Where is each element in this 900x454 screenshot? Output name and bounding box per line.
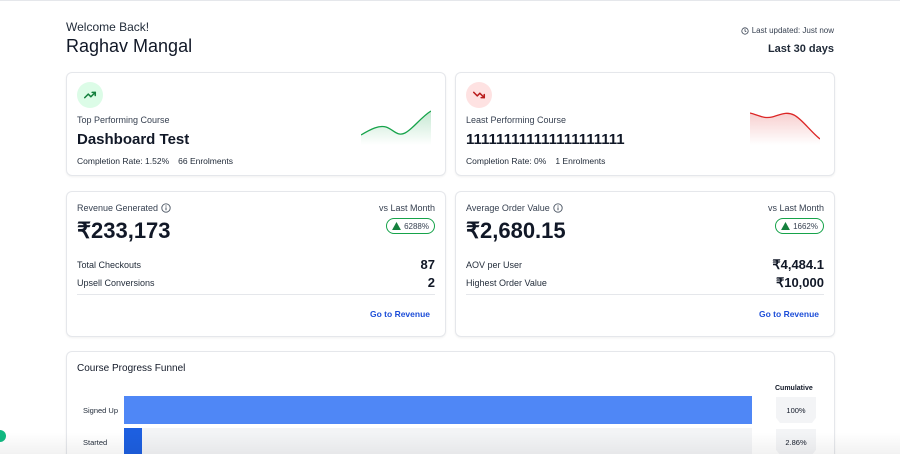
least-course-enrolments: 1 Enrolments — [555, 156, 606, 166]
last-updated: Last updated: Just now — [741, 26, 834, 35]
row-value: 2 — [427, 275, 435, 290]
triangle-up-icon — [392, 222, 402, 230]
cumulative-value: 2.86% — [776, 429, 816, 454]
clock-icon — [741, 26, 749, 35]
aov-card: Average Order Value vs Last Month ₹2,680… — [455, 191, 835, 337]
least-course-stats: Completion Rate: 0% 1 Enrolments — [466, 156, 605, 166]
top-course-card[interactable]: Top Performing Course Dashboard Test Com… — [66, 72, 446, 176]
revenue-growth-value: 6288% — [404, 221, 429, 231]
least-course-sparkline — [750, 112, 820, 145]
date-range-selector[interactable]: Last 30 days — [768, 43, 834, 55]
least-course-label: Least Performing Course — [466, 115, 567, 125]
welcome-text: Welcome Back! — [66, 20, 150, 34]
triangle-up-icon — [781, 222, 791, 230]
funnel-title: Course Progress Funnel — [77, 363, 186, 374]
row-value: ₹10,000 — [775, 275, 824, 290]
top-course-completion: Completion Rate: 1.52% — [77, 156, 170, 166]
cumulative-value: 100% — [776, 397, 816, 423]
top-divider — [0, 0, 900, 1]
revenue-value: ₹233,173 — [77, 218, 171, 243]
revenue-row-upsell: Upsell Conversions 2 — [77, 275, 435, 290]
row-value: 87 — [420, 257, 435, 272]
funnel-row-signed-up: Signed Up 100% — [67, 396, 836, 424]
least-course-name: 111111111111111111111 — [466, 131, 625, 148]
aov-growth-value: 1662% — [793, 221, 818, 231]
bar-track — [124, 428, 752, 454]
least-course-completion: Completion Rate: 0% — [466, 156, 547, 166]
go-to-revenue-button[interactable]: Go to Revenue — [365, 306, 435, 322]
user-name: Raghav Mangal — [66, 36, 193, 56]
divider — [77, 294, 435, 295]
top-course-sparkline — [361, 110, 431, 145]
top-course-stats: Completion Rate: 1.52% 66 Enrolments — [77, 156, 233, 166]
row-label: Total Checkouts — [77, 259, 142, 270]
revenue-label-group: Revenue Generated — [77, 203, 171, 213]
course-progress-funnel: Course Progress Funnel Cumulative Signed… — [66, 351, 835, 454]
last-updated-text: Last updated: Just now — [751, 26, 834, 35]
aov-value: ₹2,680.15 — [466, 218, 566, 243]
aov-label-group: Average Order Value — [466, 203, 563, 213]
row-label: AOV per User — [466, 260, 523, 270]
info-icon[interactable] — [161, 203, 171, 213]
stage-label: Signed Up — [83, 406, 119, 415]
trending-up-icon — [77, 82, 103, 108]
go-to-revenue-button[interactable]: Go to Revenue — [754, 306, 824, 322]
funnel-bar[interactable] — [124, 396, 752, 424]
revenue-row-checkouts: Total Checkouts 87 — [77, 257, 435, 272]
row-label: Upsell Conversions — [77, 277, 155, 288]
stage-label: Started — [83, 438, 108, 447]
funnel-row-started: Started 2.86% — [67, 428, 836, 454]
aov-growth-badge: 1662% — [775, 218, 824, 234]
aov-row-highest: Highest Order Value ₹10,000 — [466, 275, 824, 291]
trending-down-icon — [466, 82, 492, 108]
top-course-enrolments: 66 Enrolments — [178, 156, 233, 166]
aov-label: Average Order Value — [466, 203, 550, 213]
revenue-card: Revenue Generated vs Last Month ₹233,173… — [66, 191, 446, 337]
page-header: Welcome Back! Raghav Mangal Last updated… — [66, 18, 836, 60]
revenue-label: Revenue Generated — [77, 203, 159, 213]
aov-row-per-user: AOV per User ₹4,484.1 — [466, 257, 824, 273]
divider — [466, 294, 824, 295]
top-course-name: Dashboard Test — [77, 131, 190, 148]
revenue-vs-label: vs Last Month — [378, 203, 435, 213]
aov-vs-label: vs Last Month — [767, 203, 824, 213]
cumulative-header: Cumulative — [775, 385, 813, 392]
revenue-growth-badge: 6288% — [386, 218, 435, 234]
chat-widget-button[interactable] — [0, 430, 6, 442]
info-icon[interactable] — [553, 203, 563, 213]
row-value: ₹4,484.1 — [772, 257, 824, 272]
least-course-card[interactable]: Least Performing Course 1111111111111111… — [455, 72, 835, 176]
funnel-bar[interactable] — [124, 428, 142, 454]
bar-track — [124, 396, 752, 424]
top-course-label: Top Performing Course — [77, 115, 170, 125]
row-label: Highest Order Value — [466, 278, 547, 288]
